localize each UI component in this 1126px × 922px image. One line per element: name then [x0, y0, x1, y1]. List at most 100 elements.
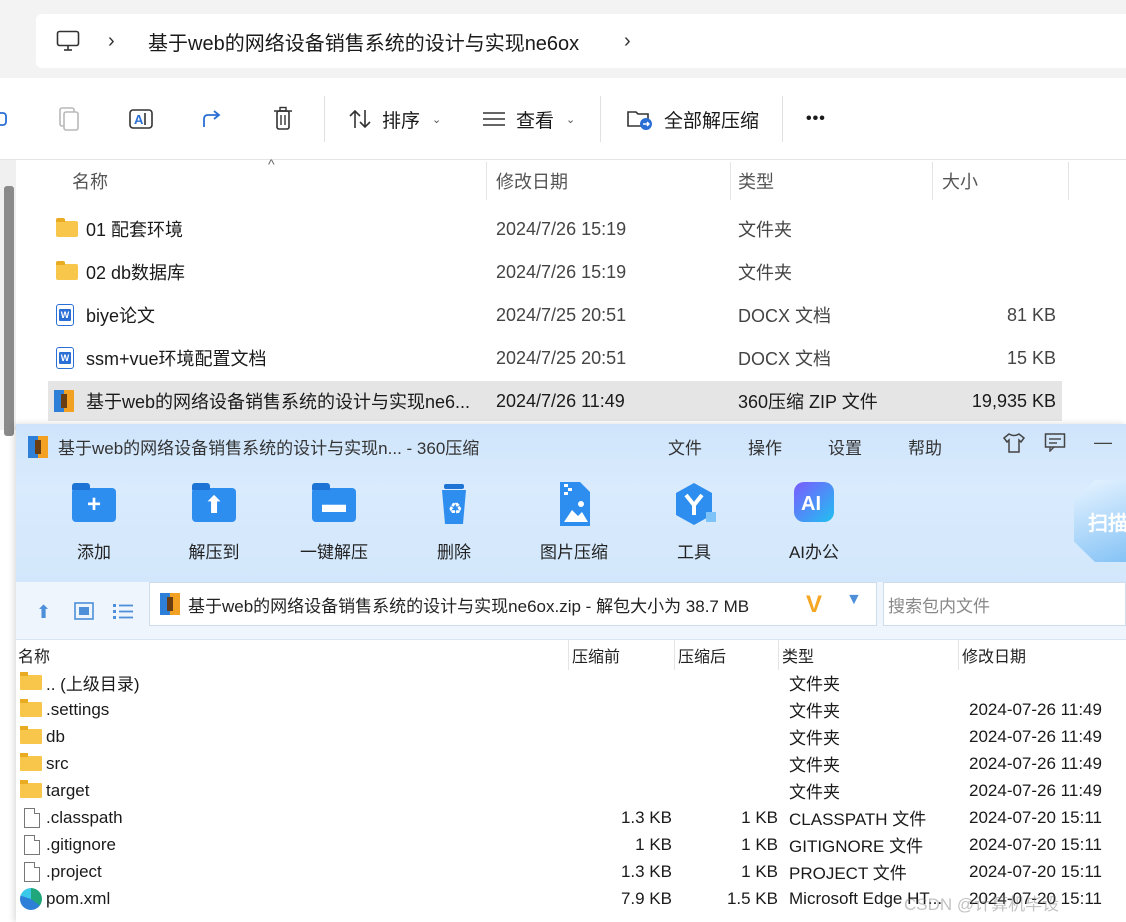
archive-search-input[interactable]: 搜索包内文件: [883, 582, 1126, 626]
column-header-name-label: 名称: [72, 172, 108, 192]
archive-row[interactable]: .. (上级目录) 文件夹: [16, 669, 1126, 696]
svg-text:♻: ♻: [448, 499, 462, 518]
file-size: 15 KB: [1006, 347, 1056, 368]
svg-text:AI: AI: [801, 493, 821, 515]
menu-help[interactable]: 帮助: [908, 434, 942, 459]
file-type: 文件夹: [738, 263, 792, 283]
file-row[interactable]: W ssm+vue环境配置文档 2024/7/25 20:51 DOCX 文档 …: [48, 338, 1062, 378]
entry-modified: 2024-07-20 15:11: [969, 834, 1102, 854]
entry-size-after: [676, 750, 778, 777]
command-bar: A 排序 ⌄ 查看 ⌄ 全部解压缩 •••: [0, 78, 1126, 160]
tools-icon: [670, 482, 718, 526]
minimize-button[interactable]: —: [1094, 432, 1112, 453]
file-row[interactable]: 01 配套环境 2024/7/26 15:19 文件夹: [48, 209, 1062, 249]
ai-office-button[interactable]: AI AI办公: [764, 482, 864, 562]
archive-path-bar: ⬆ 基于web的网络设备销售系统的设计与实现ne6ox.zip - 解包大小为 …: [16, 582, 1126, 640]
entry-type: 文件夹: [789, 783, 840, 802]
image-compress-button[interactable]: 图片压缩: [524, 482, 624, 562]
entry-name: .gitignore: [46, 834, 116, 854]
entry-modified: 2024-07-20 15:11: [969, 807, 1102, 827]
archive-row[interactable]: .settings 文件夹 2024-07-26 11:49: [16, 696, 1126, 723]
one-click-extract-button[interactable]: ▬ 一键解压: [284, 482, 384, 562]
column-header-modified[interactable]: 修改日期: [496, 160, 568, 202]
entry-size-before: [572, 750, 672, 777]
docx-icon: W: [56, 304, 74, 326]
file-explorer: › 基于web的网络设备销售系统的设计与实现ne6ox › A 排序 ⌄ 查看 …: [0, 0, 1126, 436]
ai-office-label: AI办公: [788, 543, 840, 562]
more-options-button[interactable]: •••: [806, 78, 826, 160]
archive-row[interactable]: target 文件夹 2024-07-26 11:49: [16, 777, 1126, 804]
entry-size-after: [676, 669, 778, 696]
file-modified: 2024/7/26 11:49: [496, 390, 625, 411]
feedback-icon[interactable]: [1044, 432, 1066, 457]
column-header-name[interactable]: 名称: [18, 640, 50, 670]
column-divider[interactable]: [778, 640, 779, 670]
extract-to-button[interactable]: ⬆ 解压到: [164, 482, 264, 562]
path-dropdown-icon[interactable]: ▼: [846, 591, 862, 609]
edge-browser-icon: [20, 887, 42, 910]
this-pc-icon[interactable]: [56, 14, 80, 68]
rename-icon[interactable]: A: [128, 78, 154, 160]
archive-path-field[interactable]: 基于web的网络设备销售系统的设计与实现ne6ox.zip - 解包大小为 38…: [149, 582, 877, 626]
entry-name: target: [46, 780, 90, 800]
add-icon: +: [72, 483, 116, 522]
breadcrumb-current[interactable]: 基于web的网络设备销售系统的设计与实现ne6ox: [148, 14, 579, 68]
column-divider[interactable]: [958, 640, 959, 670]
cut-icon[interactable]: [0, 78, 8, 160]
column-header-type[interactable]: 类型: [738, 160, 774, 202]
column-divider[interactable]: [674, 640, 675, 670]
column-header-type[interactable]: 类型: [782, 640, 814, 670]
entry-size-after: 1 KB: [741, 834, 778, 854]
tools-button[interactable]: 工具: [644, 482, 744, 562]
column-header-after[interactable]: 压缩后: [678, 640, 726, 670]
file-row-selected[interactable]: 基于web的网络设备销售系统的设计与实现ne6... 2024/7/26 11:…: [48, 381, 1062, 421]
window-title: 基于web的网络设备销售系统的设计与实现n... - 360压缩: [58, 439, 480, 458]
archive-path-text: 基于web的网络设备销售系统的设计与实现ne6ox.zip - 解包大小为 38…: [188, 596, 750, 616]
menu-operate[interactable]: 操作: [748, 434, 782, 459]
menu-settings[interactable]: 设置: [828, 434, 862, 459]
image-compress-label: 图片压缩: [540, 543, 608, 562]
scrollbar-thumb[interactable]: [4, 186, 14, 436]
file-name: biye论文: [86, 306, 156, 326]
entry-size-after: 1.5 KB: [726, 888, 778, 908]
view-button[interactable]: 查看 ⌄: [482, 78, 575, 160]
sort-button[interactable]: 排序 ⌄: [348, 78, 441, 160]
column-divider[interactable]: [730, 162, 731, 200]
list-view-icon[interactable]: [112, 602, 134, 625]
archive-row[interactable]: .classpath 1.3 KB 1 KB CLASSPATH 文件 2024…: [16, 804, 1126, 831]
delete-button[interactable]: ♻ 删除: [404, 482, 504, 562]
v-brand-icon[interactable]: V: [806, 591, 822, 619]
breadcrumb-chevron-icon[interactable]: ›: [108, 14, 115, 68]
delete-icon[interactable]: [272, 78, 294, 160]
add-button[interactable]: + 添加: [44, 482, 144, 562]
menu-file[interactable]: 文件: [668, 434, 702, 459]
extract-all-button[interactable]: 全部解压缩: [626, 78, 759, 160]
archive-row[interactable]: .gitignore 1 KB 1 KB GITIGNORE 文件 2024-0…: [16, 831, 1126, 858]
recycle-bin-icon: ♻: [430, 482, 478, 526]
entry-modified: 2024-07-26 11:49: [969, 726, 1102, 746]
thumbnail-view-icon[interactable]: [74, 602, 94, 625]
scan-badge[interactable]: 扫描: [1074, 480, 1126, 562]
share-icon[interactable]: [200, 78, 224, 160]
up-arrow-icon[interactable]: ⬆: [36, 602, 51, 623]
column-divider[interactable]: [568, 640, 569, 670]
column-divider[interactable]: [486, 162, 487, 200]
address-bar[interactable]: › 基于web的网络设备销售系统的设计与实现ne6ox ›: [36, 14, 1126, 68]
archive-row[interactable]: src 文件夹 2024-07-26 11:49: [16, 750, 1126, 777]
image-compress-icon: [550, 482, 598, 526]
file-row[interactable]: 02 db数据库 2024/7/26 15:19 文件夹: [48, 252, 1062, 292]
skin-icon[interactable]: [1002, 432, 1026, 459]
column-header-size[interactable]: 大小: [942, 160, 978, 202]
column-divider[interactable]: [1068, 162, 1069, 200]
entry-size-after: [676, 723, 778, 750]
column-header-modified[interactable]: 修改日期: [962, 640, 1026, 670]
column-divider[interactable]: [932, 162, 933, 200]
archive-row[interactable]: db 文件夹 2024-07-26 11:49: [16, 723, 1126, 750]
column-header-name[interactable]: 名称: [72, 160, 108, 202]
breadcrumb-expand-chevron-icon[interactable]: ›: [624, 14, 631, 68]
file-modified: 2024/7/25 20:51: [496, 304, 627, 325]
archive-row[interactable]: .project 1.3 KB 1 KB PROJECT 文件 2024-07-…: [16, 858, 1126, 885]
file-row[interactable]: W biye论文 2024/7/25 20:51 DOCX 文档 81 KB: [48, 295, 1062, 335]
copy-icon[interactable]: [56, 78, 80, 160]
column-header-before[interactable]: 压缩前: [572, 640, 620, 670]
